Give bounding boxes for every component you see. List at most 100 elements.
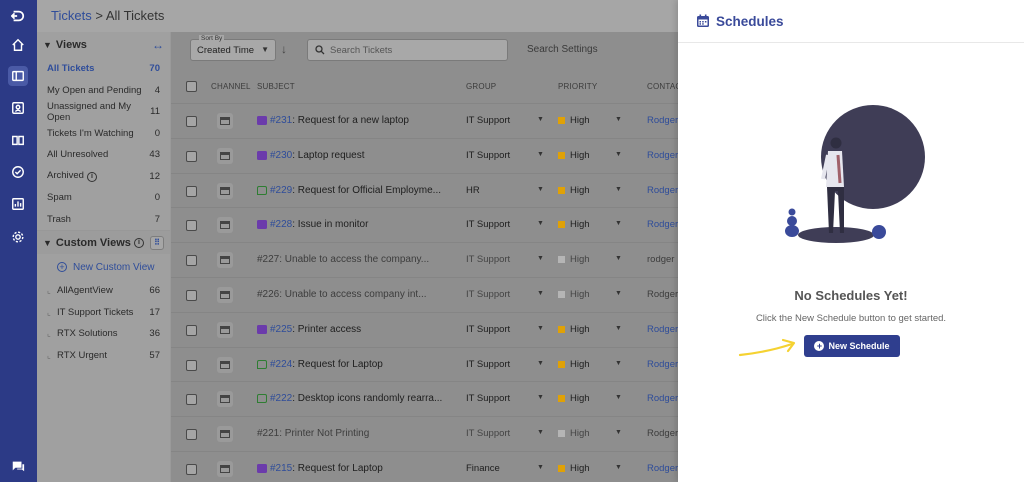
ticket-contact[interactable]: Rodger — [647, 185, 678, 196]
custom-view-item[interactable]: ⌞ RTX Solutions 36 — [37, 323, 170, 345]
table-row[interactable]: #225: Printer access IT Support ▼ High ▼ Rodg… — [171, 313, 678, 348]
view-item[interactable]: Trash 7 — [37, 209, 170, 231]
views-header[interactable]: ▼ Views ↔ — [37, 32, 170, 58]
row-checkbox[interactable] — [186, 185, 197, 197]
view-item[interactable]: All Tickets 70 — [37, 58, 170, 80]
ticket-subject[interactable]: #230: Laptop request — [257, 150, 365, 161]
priority-dropdown-icon[interactable]: ▼ — [615, 116, 622, 123]
group-dropdown-icon[interactable]: ▼ — [537, 186, 544, 193]
group-dropdown-icon[interactable]: ▼ — [537, 255, 544, 262]
custom-view-item[interactable]: ⌞ IT Support Tickets 17 — [37, 302, 170, 324]
custom-views-header[interactable]: ▼ Custom Views i ⠿ — [37, 230, 170, 254]
ticket-subject[interactable]: #228: Issue in monitor — [257, 219, 368, 230]
new-custom-view-link[interactable]: + New Custom View — [37, 254, 170, 280]
group-dropdown-icon[interactable]: ▼ — [537, 116, 544, 123]
custom-view-item[interactable]: ⌞ RTX Urgent 57 — [37, 345, 170, 367]
ticket-contact[interactable]: Rodger — [647, 289, 678, 300]
breadcrumb-tickets-link[interactable]: Tickets — [51, 8, 92, 23]
table-row[interactable]: #227: Unable to access the company... IT … — [171, 243, 678, 278]
info-icon[interactable]: i — [86, 172, 97, 183]
knowledge-base-icon[interactable] — [8, 130, 28, 150]
ticket-contact[interactable]: Rodger — [647, 219, 678, 230]
chat-icon[interactable] — [8, 456, 28, 476]
row-checkbox[interactable] — [186, 150, 197, 162]
group-dropdown-icon[interactable]: ▼ — [537, 464, 544, 471]
tasks-icon[interactable] — [8, 162, 28, 182]
header-channel[interactable]: CHANNEL — [211, 82, 251, 91]
ticket-contact[interactable]: Rodger — [647, 393, 678, 404]
row-checkbox[interactable] — [186, 324, 197, 336]
priority-dropdown-icon[interactable]: ▼ — [615, 220, 622, 227]
ticket-subject[interactable]: #215: Request for Laptop — [257, 463, 383, 474]
header-subject[interactable]: SUBJECT — [257, 82, 295, 91]
ticket-subject[interactable]: #227: Unable to access the company... — [257, 254, 429, 265]
ticket-subject[interactable]: #231: Request for a new laptop — [257, 115, 409, 126]
priority-dropdown-icon[interactable]: ▼ — [615, 186, 622, 193]
group-dropdown-icon[interactable]: ▼ — [537, 220, 544, 227]
ticket-contact[interactable]: Rodger — [647, 150, 678, 161]
ticket-contact[interactable]: Rodger — [647, 115, 678, 126]
ticket-subject[interactable]: #229: Request for Official Employme... — [257, 185, 441, 196]
contacts-icon[interactable] — [8, 98, 28, 118]
sort-direction-icon[interactable]: ↓ — [281, 42, 287, 56]
table-row[interactable]: #230: Laptop request IT Support ▼ High ▼ Rodg… — [171, 139, 678, 174]
table-row[interactable]: #231: Request for a new laptop IT Support… — [171, 104, 678, 139]
table-row[interactable]: #226: Unable to access company int... IT … — [171, 278, 678, 313]
priority-dropdown-icon[interactable]: ▼ — [615, 394, 622, 401]
priority-dropdown-icon[interactable]: ▼ — [615, 151, 622, 158]
row-checkbox[interactable] — [186, 220, 197, 232]
group-dropdown-icon[interactable]: ▼ — [537, 290, 544, 297]
tickets-icon[interactable] — [8, 66, 28, 86]
priority-dropdown-icon[interactable]: ▼ — [615, 464, 622, 471]
table-row[interactable]: #221: Printer Not Printing IT Support ▼ Hig… — [171, 417, 678, 452]
search-settings-link[interactable]: Search Settings — [527, 44, 598, 55]
view-item[interactable]: Archived i 12 — [37, 166, 170, 188]
view-item[interactable]: Unassigned and My Open 11 — [37, 101, 170, 123]
row-checkbox[interactable] — [186, 289, 197, 301]
ticket-subject[interactable]: #225: Printer access — [257, 324, 361, 335]
group-dropdown-icon[interactable]: ▼ — [537, 360, 544, 367]
table-row[interactable]: #228: Issue in monitor IT Support ▼ High ▼ Ro… — [171, 208, 678, 244]
ticket-subject[interactable]: #221: Printer Not Printing — [257, 428, 369, 439]
table-row[interactable]: #215: Request for Laptop Finance ▼ High ▼ Rod… — [171, 452, 678, 482]
logo-icon[interactable] — [8, 6, 28, 26]
priority-dropdown-icon[interactable]: ▼ — [615, 290, 622, 297]
settings-icon[interactable] — [8, 227, 28, 247]
priority-dropdown-icon[interactable]: ▼ — [615, 325, 622, 332]
group-dropdown-icon[interactable]: ▼ — [537, 151, 544, 158]
ticket-subject[interactable]: #226: Unable to access company int... — [257, 289, 427, 300]
priority-dropdown-icon[interactable]: ▼ — [615, 255, 622, 262]
table-row[interactable]: #222: Desktop icons randomly rearra... IT… — [171, 382, 678, 418]
row-checkbox[interactable] — [186, 116, 197, 127]
header-priority[interactable]: PRIORITY — [558, 82, 597, 91]
row-checkbox[interactable] — [186, 429, 197, 441]
info-icon[interactable]: i — [133, 237, 144, 248]
group-dropdown-icon[interactable]: ▼ — [537, 394, 544, 401]
view-item[interactable]: Tickets I'm Watching 0 — [37, 123, 170, 145]
custom-view-item[interactable]: ⌞ AllAgentView 66 — [37, 280, 170, 302]
ticket-contact[interactable]: Rodger — [647, 324, 678, 335]
ticket-subject[interactable]: #224: Request for Laptop — [257, 359, 383, 370]
expand-icon[interactable]: ↔ — [152, 38, 164, 52]
new-schedule-button[interactable]: + New Schedule — [804, 335, 900, 357]
select-all-checkbox[interactable] — [186, 81, 197, 92]
table-row[interactable]: #224: Request for Laptop IT Support ▼ High ▼… — [171, 348, 678, 383]
view-item[interactable]: Spam 0 — [37, 187, 170, 209]
priority-dropdown-icon[interactable]: ▼ — [615, 429, 622, 436]
row-checkbox[interactable] — [186, 394, 197, 406]
ticket-contact[interactable]: Rodger — [647, 463, 678, 474]
view-item[interactable]: My Open and Pending 4 — [37, 80, 170, 102]
ticket-contact[interactable]: Rodger — [647, 359, 678, 370]
row-checkbox[interactable] — [186, 255, 197, 267]
home-icon[interactable] — [8, 35, 28, 55]
view-item[interactable]: All Unresolved 43 — [37, 144, 170, 166]
group-dropdown-icon[interactable]: ▼ — [537, 429, 544, 436]
sort-by-select[interactable]: Sort By Created Time ▼ — [190, 35, 276, 61]
priority-dropdown-icon[interactable]: ▼ — [615, 360, 622, 367]
ticket-contact[interactable]: rodger — [647, 254, 674, 265]
table-row[interactable]: #229: Request for Official Employme... HR… — [171, 174, 678, 209]
group-dropdown-icon[interactable]: ▼ — [537, 325, 544, 332]
drag-handle-icon[interactable]: ⠿ — [150, 235, 164, 250]
row-checkbox[interactable] — [186, 463, 197, 475]
row-checkbox[interactable] — [186, 359, 197, 371]
